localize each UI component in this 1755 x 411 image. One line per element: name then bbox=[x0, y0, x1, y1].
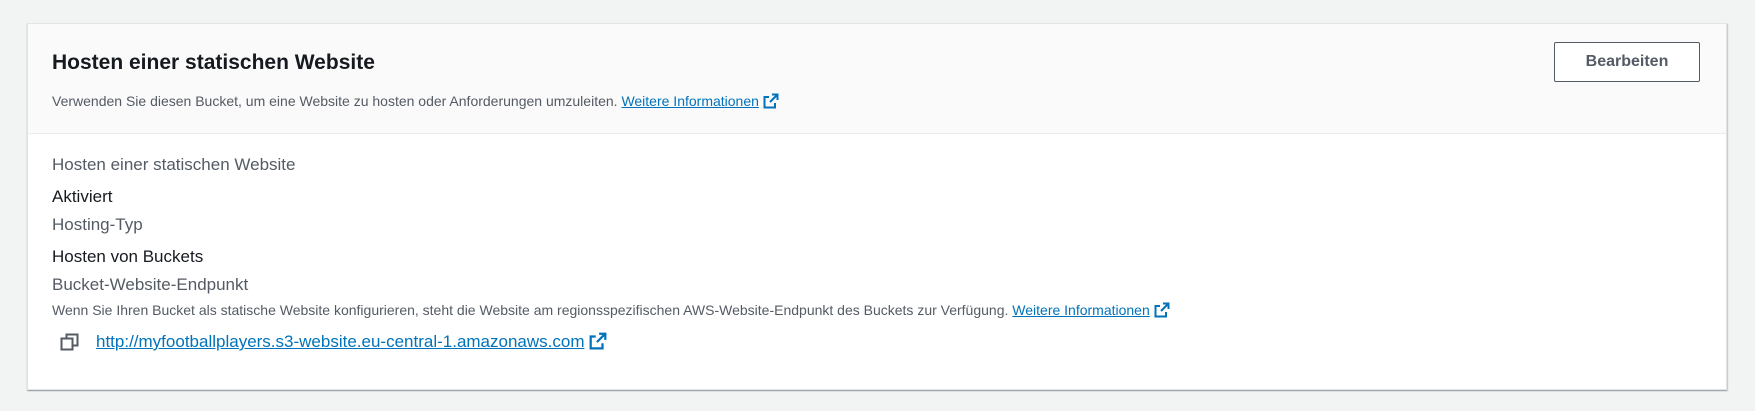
endpoint-row: http://myfootballplayers.s3-website.eu-c… bbox=[52, 332, 1702, 352]
panel-header: Hosten einer statischen Website Verwende… bbox=[28, 24, 1726, 134]
external-link-icon bbox=[763, 93, 779, 109]
endpoint-url-link[interactable]: http://myfootballplayers.s3-website.eu-c… bbox=[96, 332, 607, 352]
hosting-status-value: Aktiviert bbox=[52, 187, 113, 206]
endpoint-help-text: Wenn Sie Ihren Bucket als statische Webs… bbox=[52, 302, 1009, 318]
static-website-hosting-panel: Hosten einer statischen Website Verwende… bbox=[27, 23, 1727, 390]
header-info-link[interactable]: Weitere Informationen bbox=[621, 93, 779, 109]
endpoint-help: Wenn Sie Ihren Bucket als statische Webs… bbox=[52, 300, 1702, 320]
panel-title: Hosten einer statischen Website bbox=[52, 51, 375, 74]
external-link-icon bbox=[1154, 302, 1170, 318]
header-info-link-label: Weitere Informationen bbox=[621, 93, 759, 109]
external-link-icon bbox=[589, 332, 606, 350]
panel-body: Hosten einer statischen Website Aktivier… bbox=[28, 134, 1726, 352]
endpoint-info-link-label: Weitere Informationen bbox=[1012, 302, 1150, 318]
hosting-status-label: Hosten einer statischen Website bbox=[52, 155, 296, 174]
endpoint-label: Bucket-Website-Endpunkt bbox=[52, 275, 249, 294]
hosting-type-label: Hosting-Typ bbox=[52, 215, 143, 234]
hosting-type-value: Hosten von Buckets bbox=[52, 247, 204, 266]
copy-icon[interactable] bbox=[60, 332, 80, 352]
panel-description: Verwenden Sie diesen Bucket, um eine Web… bbox=[52, 91, 1726, 111]
endpoint-url-label: http://myfootballplayers.s3-website.eu-c… bbox=[96, 332, 585, 351]
endpoint-info-link[interactable]: Weitere Informationen bbox=[1012, 302, 1170, 318]
edit-button[interactable]: Bearbeiten bbox=[1554, 42, 1700, 82]
panel-description-text: Verwenden Sie diesen Bucket, um eine Web… bbox=[52, 93, 618, 109]
